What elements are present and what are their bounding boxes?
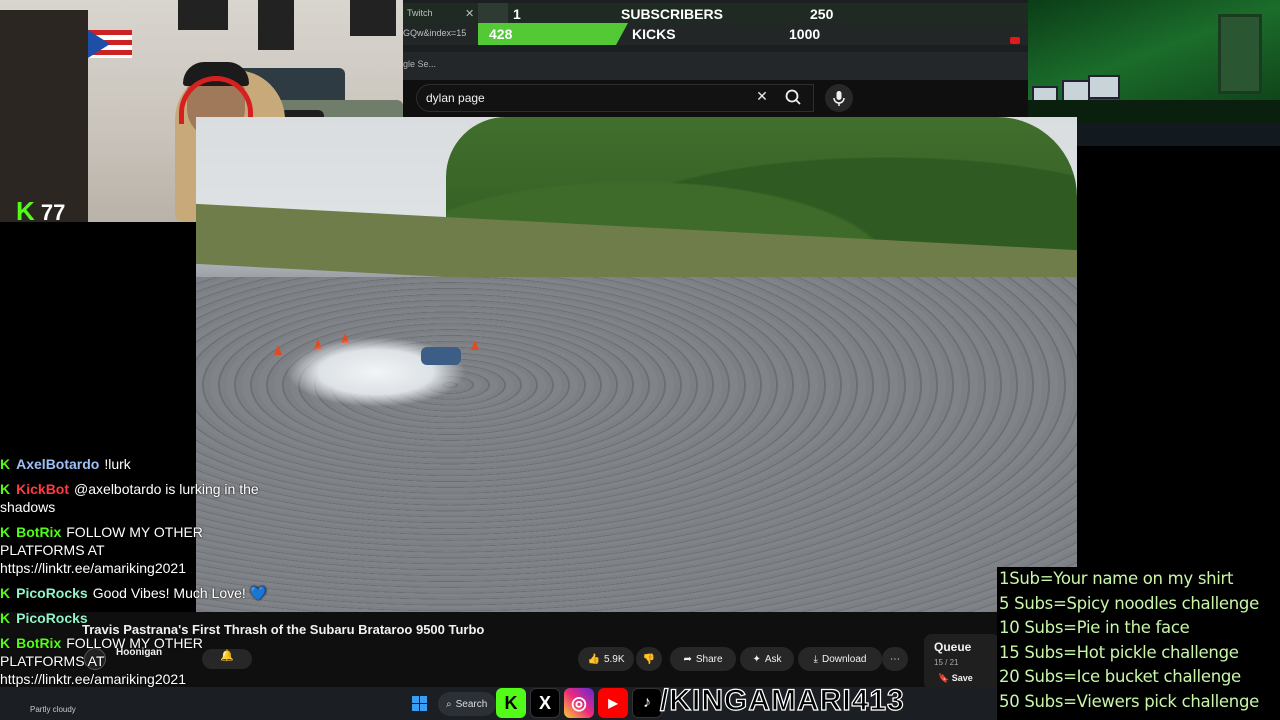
poster bbox=[350, 0, 396, 36]
dresser bbox=[0, 10, 88, 222]
chat-message: K AxelBotardo !lurk bbox=[0, 455, 270, 473]
weather-widget[interactable]: Partly cloudy bbox=[30, 705, 76, 714]
tab-close-icon[interactable]: ✕ bbox=[465, 7, 474, 20]
browser-tab-label[interactable]: Twitch bbox=[407, 8, 433, 18]
subscriber-progress-fill bbox=[478, 3, 508, 25]
kick-viewer-count: K 77 bbox=[16, 196, 65, 227]
viewer-count-value: 77 bbox=[40, 200, 66, 225]
taskbar-search-label: Search bbox=[455, 698, 488, 710]
goal-bar-overlay: Twitch ✕ + 1 SUBSCRIBERS 250 GQw&index=1… bbox=[403, 0, 1028, 52]
kick-badge-icon: K bbox=[0, 524, 11, 540]
social-handle: /KINGAMARI413 bbox=[659, 683, 905, 717]
flag-decoration bbox=[88, 30, 132, 58]
chat-username: BotRix bbox=[16, 635, 62, 651]
kick-logo-icon: K bbox=[16, 196, 35, 226]
queue-save-label: Save bbox=[951, 673, 973, 683]
chat-message: K BotRix FOLLOW MY OTHER PLATFORMS AT http… bbox=[0, 523, 270, 577]
windows-start-icon[interactable] bbox=[412, 696, 428, 712]
chat-message: K PicoRocks bbox=[0, 609, 270, 627]
subscriber-current: 1 bbox=[513, 6, 521, 22]
chat-overlay: K AxelBotardo !lurk K KickBot @axelbotardo i… bbox=[0, 455, 270, 695]
browser-tab-strip: gle Se... bbox=[403, 52, 1028, 80]
more-options-button[interactable]: ⋯ bbox=[882, 647, 908, 671]
search-icon[interactable] bbox=[780, 84, 808, 112]
chat-username: BotRix bbox=[16, 524, 62, 540]
kicks-current: 428 bbox=[489, 26, 513, 42]
like-button[interactable]: 👍 5.9K bbox=[578, 647, 634, 671]
clear-search-icon[interactable]: ✕ bbox=[754, 88, 770, 105]
more-icon: ⋯ bbox=[890, 653, 900, 665]
like-count: 5.9K bbox=[603, 653, 625, 665]
subscriber-goal: Twitch ✕ + 1 SUBSCRIBERS 250 bbox=[403, 3, 1028, 25]
social-links-strip: K X ◎ ▶ ♪ bbox=[496, 686, 662, 720]
sparkle-icon: ✦ bbox=[752, 653, 761, 665]
url-fragment: GQw&index=15 bbox=[403, 28, 467, 38]
kick-badge-icon: K bbox=[0, 610, 11, 626]
chat-username: KickBot bbox=[16, 481, 70, 497]
download-button[interactable]: ⤓ Download bbox=[798, 647, 882, 671]
chat-username: PicoRocks bbox=[16, 585, 88, 601]
poster bbox=[258, 0, 294, 50]
sub-goal-item: 50 Subs=Viewers pick challenge bbox=[999, 691, 1259, 711]
dislike-button[interactable]: 👎 bbox=[636, 647, 662, 671]
sub-goal-item: 5 Subs=Spicy noodles challenge bbox=[999, 593, 1259, 613]
tarmac bbox=[196, 277, 1077, 612]
traffic-cone bbox=[471, 340, 479, 350]
bookmark-icon: 🔖 bbox=[938, 673, 950, 683]
door bbox=[1218, 14, 1262, 94]
download-icon: ⤓ bbox=[813, 653, 818, 665]
chat-message: K PicoRocks Good Vibes! Much Love! 💙 bbox=[0, 584, 270, 602]
subscriber-target: 250 bbox=[810, 6, 834, 22]
tiktok-logo-icon: ♪ bbox=[632, 688, 662, 718]
kick-logo-icon: K bbox=[496, 688, 526, 718]
drifting-car bbox=[421, 347, 461, 365]
ask-label: Ask bbox=[764, 653, 782, 665]
kick-badge-icon: K bbox=[0, 456, 11, 472]
search-icon: ⌕ bbox=[446, 698, 452, 710]
kick-badge-icon: K bbox=[0, 635, 11, 651]
sub-goal-item: 1Sub=Your name on my shirt bbox=[999, 569, 1234, 588]
chat-text: !lurk bbox=[104, 456, 131, 472]
kicks-goal: GQw&index=15 428 KICKS 1000 bbox=[403, 23, 1028, 45]
thumbs-up-icon: 👍 bbox=[587, 653, 600, 665]
traffic-cone bbox=[274, 345, 282, 355]
ask-button[interactable]: ✦ Ask bbox=[740, 647, 794, 671]
share-label: Share bbox=[695, 653, 723, 665]
youtube-logo-icon: ▶ bbox=[598, 688, 628, 718]
x-logo-icon: X bbox=[530, 688, 560, 718]
youtube-notification-icon[interactable] bbox=[1010, 37, 1020, 44]
monitor bbox=[1062, 80, 1090, 102]
thumbs-down-icon: 👎 bbox=[642, 653, 656, 665]
kicks-label: KICKS bbox=[632, 26, 676, 42]
chat-message: K KickBot @axelbotardo is lurking in the s… bbox=[0, 480, 270, 516]
microphone-icon[interactable] bbox=[825, 84, 853, 112]
room-camera bbox=[1028, 0, 1280, 124]
video-player[interactable] bbox=[196, 117, 1077, 612]
share-icon: ➦ bbox=[683, 653, 692, 665]
search-input[interactable]: dylan page bbox=[426, 91, 485, 105]
instagram-logo-icon: ◎ bbox=[564, 688, 594, 718]
queue-save-button[interactable]: 🔖 Save bbox=[938, 673, 973, 684]
google-search-tab[interactable]: gle Se... bbox=[403, 59, 436, 69]
sub-goals-list: 1Sub=Your name on my shirt 5 Subs=Spicy … bbox=[997, 567, 1280, 720]
chat-text: Good Vibes! Much Love! 💙 bbox=[92, 585, 268, 601]
kicks-target: 1000 bbox=[789, 26, 821, 42]
share-button[interactable]: ➦ Share bbox=[670, 647, 736, 671]
download-label: Download bbox=[821, 653, 867, 665]
chat-username: AxelBotardo bbox=[16, 456, 100, 472]
chat-username: PicoRocks bbox=[16, 610, 88, 626]
taskbar-search[interactable]: ⌕ Search bbox=[438, 692, 496, 716]
sub-goal-item: 20 Subs=Ice bucket challenge bbox=[999, 667, 1241, 686]
chat-message: K BotRix FOLLOW MY OTHER PLATFORMS AT http… bbox=[0, 634, 270, 688]
queue-title: Queue bbox=[934, 640, 972, 654]
poster bbox=[178, 0, 228, 30]
kick-badge-icon: K bbox=[0, 585, 11, 601]
monitor bbox=[1088, 75, 1120, 99]
subscriber-label: SUBSCRIBERS bbox=[621, 6, 723, 22]
queue-count: 15 / 21 bbox=[934, 658, 959, 667]
sub-goal-item: 15 Subs=Hot pickle challenge bbox=[999, 642, 1239, 662]
sub-goal-item: 10 Subs=Pie in the face bbox=[999, 618, 1190, 637]
kick-badge-icon: K bbox=[0, 481, 11, 497]
